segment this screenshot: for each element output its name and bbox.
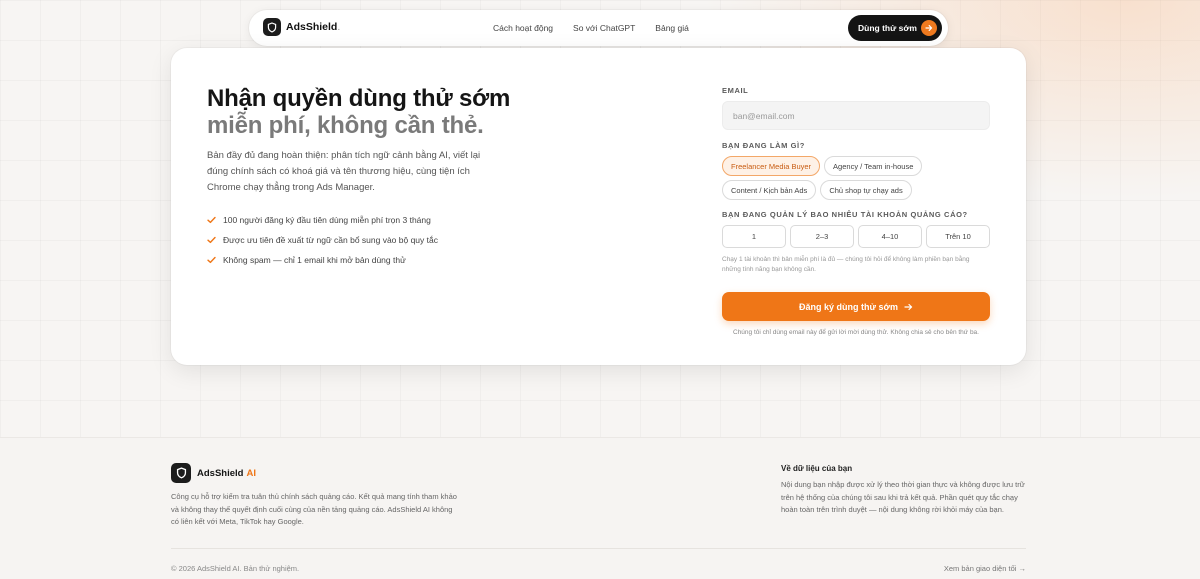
role-options: Freelancer Media Buyer Agency / Team in-… — [722, 156, 990, 200]
footer-brand-name: AdsShield — [197, 467, 244, 479]
role-chip-content[interactable]: Content / Kịch bản Ads — [722, 180, 817, 200]
check-icon — [207, 216, 217, 224]
footer-description: Công cụ hỗ trợ kiểm tra tuân thủ chính s… — [171, 492, 457, 526]
hero-description: Bản đầy đủ đang hoàn thiện: phân tích ng… — [207, 150, 481, 193]
title-line-1: Nhận quyền dùng thử sớm — [207, 85, 511, 112]
shield-icon — [171, 463, 191, 483]
check-icon — [207, 256, 217, 264]
brand[interactable]: AdsShield. — [263, 18, 340, 36]
nav-link-how-it-works[interactable]: Cách hoạt động — [493, 23, 553, 33]
nav-link-vs-chatgpt[interactable]: So với ChatGPT — [573, 23, 635, 33]
account-option-2-3[interactable]: 2–3 — [790, 225, 854, 248]
try-early-label: Dùng thử sớm — [858, 23, 917, 33]
benefit-item: 100 người đăng ký đầu tiên dùng miễn phí… — [207, 210, 438, 230]
submit-label: Đăng ký dùng thử sớm — [799, 301, 898, 312]
benefit-text: 100 người đăng ký đầu tiên dùng miễn phí… — [223, 215, 431, 225]
email-label: EMAIL — [722, 86, 749, 95]
submit-button[interactable]: Đăng ký dùng thử sớm — [722, 292, 990, 321]
benefit-item: Không spam — chỉ 1 email khi mở bản dùng… — [207, 250, 438, 270]
footer-brand-ai: AI — [246, 467, 256, 479]
footer-brand[interactable]: AdsShield AI — [171, 463, 256, 483]
role-chip-agency[interactable]: Agency / Team in-house — [824, 156, 923, 176]
nav-link-pricing[interactable]: Bảng giá — [655, 23, 689, 33]
arrow-right-icon — [904, 303, 913, 311]
email-field[interactable] — [722, 101, 990, 130]
top-navbar: AdsShield. Cách hoạt động So với ChatGPT… — [249, 10, 948, 46]
nav-links: Cách hoạt động So với ChatGPT Bảng giá — [493, 23, 689, 33]
data-privacy-title: Về dữ liệu của bạn — [781, 464, 853, 473]
signup-form: EMAIL BẠN ĐANG LÀM GÌ? Freelancer Media … — [722, 86, 990, 336]
account-option-over-10[interactable]: Trên 10 — [926, 225, 990, 248]
page-title: Nhận quyền dùng thử sớm miễn phí, không … — [207, 85, 510, 139]
title-line-2: miễn phí, không cần thẻ. — [207, 112, 484, 139]
account-option-1[interactable]: 1 — [722, 225, 786, 248]
brand-name: AdsShield — [286, 21, 338, 33]
role-label: BẠN ĐANG LÀM GÌ? — [722, 141, 805, 150]
role-chip-shop-owner[interactable]: Chủ shop tự chạy ads — [820, 180, 912, 200]
benefit-item: Được ưu tiên đề xuất từ ngữ cần bổ sung … — [207, 230, 438, 250]
benefit-text: Được ưu tiên đề xuất từ ngữ cần bổ sung … — [223, 235, 438, 245]
check-icon — [207, 236, 217, 244]
arrow-right-icon — [921, 20, 937, 36]
data-privacy-text: Nội dung bạn nhập được xử lý theo thời g… — [781, 480, 1025, 514]
copyright: © 2026 AdsShield AI. Bản thử nghiệm. — [171, 564, 300, 573]
brand-dot: . — [337, 21, 341, 33]
shield-icon — [263, 18, 281, 36]
privacy-note: Chúng tôi chỉ dùng email này để gửi lời … — [733, 329, 979, 336]
dark-mode-link[interactable]: Xem bản giao diện tối → — [944, 564, 1026, 573]
account-option-4-10[interactable]: 4–10 — [858, 225, 922, 248]
role-chip-freelancer[interactable]: Freelancer Media Buyer — [722, 156, 821, 176]
signup-card: Nhận quyền dùng thử sớm miễn phí, không … — [171, 48, 1026, 365]
account-count-options: 1 2–3 4–10 Trên 10 — [722, 225, 990, 248]
footer: AdsShield AI Công cụ hỗ trợ kiểm tra tuâ… — [0, 437, 1200, 579]
accounts-label: BẠN ĐANG QUẢN LÝ BAO NHIÊU TÀI KHOẢN QUẢ… — [722, 210, 968, 219]
benefit-text: Không spam — chỉ 1 email khi mở bản dùng… — [223, 255, 406, 265]
accounts-hint: Chạy 1 tài khoản thì bản miễn phí là đủ … — [722, 256, 970, 273]
footer-divider — [171, 548, 1026, 549]
try-early-button[interactable]: Dùng thử sớm — [848, 15, 942, 41]
benefit-list: 100 người đăng ký đầu tiên dùng miễn phí… — [207, 210, 438, 270]
